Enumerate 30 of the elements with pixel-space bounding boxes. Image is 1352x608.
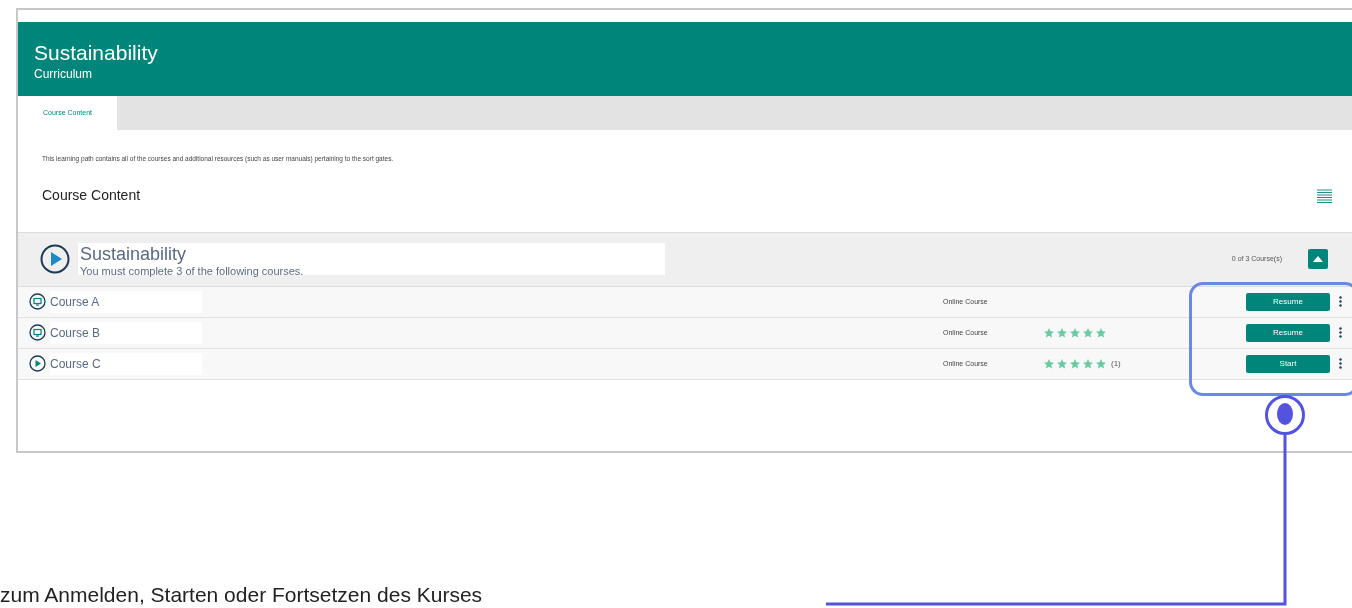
rating-count: (1) xyxy=(1111,357,1121,370)
star-icon xyxy=(1095,326,1107,339)
star-icon xyxy=(1043,326,1055,339)
more-options-icon[interactable] xyxy=(1339,358,1342,370)
list-view-icon[interactable] xyxy=(1317,188,1332,203)
more-options-icon[interactable] xyxy=(1339,296,1342,308)
star-icon xyxy=(1082,357,1094,370)
play-icon xyxy=(29,355,46,373)
page-subtitle: Curriculum xyxy=(34,66,93,82)
star-icon xyxy=(1069,326,1081,339)
star-icon xyxy=(1082,326,1094,339)
course-action-button[interactable]: Start xyxy=(1246,354,1330,373)
annotation-caption: zum Anmelden, Starten oder Fortsetzen des Kurses xyxy=(0,584,483,606)
star-icon xyxy=(1069,357,1081,370)
group-requirement: You must complete 3 of the following courses. xyxy=(79,265,304,279)
course-action-button[interactable]: Resume xyxy=(1246,323,1330,342)
star-icon xyxy=(1056,357,1068,370)
play-icon[interactable] xyxy=(40,244,70,275)
screen-icon xyxy=(29,293,46,311)
page-title: Sustainability xyxy=(34,40,159,66)
star-icon xyxy=(1043,357,1055,370)
star-icon xyxy=(1095,357,1107,370)
screen-icon xyxy=(29,324,46,342)
more-options-icon[interactable] xyxy=(1339,327,1342,339)
collapse-button[interactable] xyxy=(1308,249,1328,270)
group-title: Sustainability xyxy=(79,243,187,266)
course-action-button[interactable]: Resume xyxy=(1246,292,1330,311)
section-heading: Course Content xyxy=(42,186,141,206)
caret-up-icon xyxy=(1313,256,1323,263)
star-icon xyxy=(1056,326,1068,339)
